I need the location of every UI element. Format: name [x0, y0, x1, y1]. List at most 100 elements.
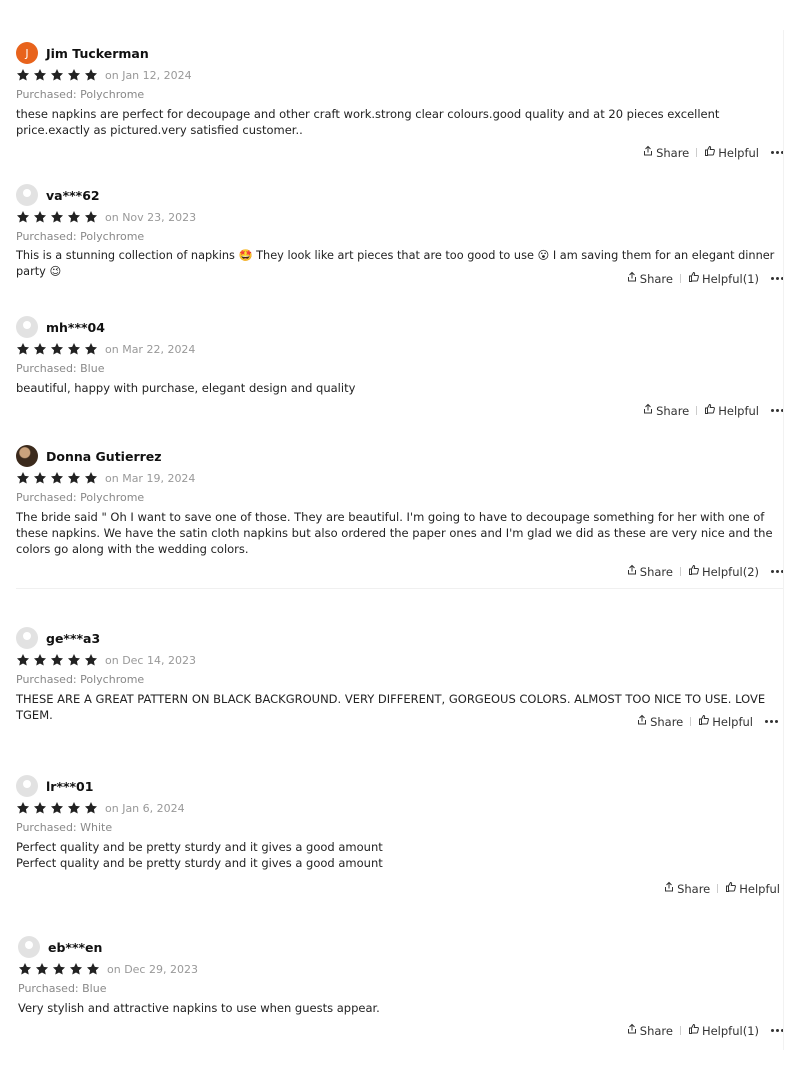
helpful-button[interactable]: Helpful(2)	[688, 564, 759, 579]
avatar[interactable]	[16, 775, 38, 797]
share-button[interactable]: Share	[626, 271, 673, 286]
avatar[interactable]	[16, 184, 38, 206]
star-icon	[84, 210, 98, 224]
avatar[interactable]	[16, 627, 38, 649]
star-icon	[67, 653, 81, 667]
star-icon	[50, 342, 64, 356]
share-button[interactable]: Share	[636, 714, 683, 729]
review-date: on Mar 19, 2024	[105, 471, 196, 485]
avatar[interactable]	[16, 316, 38, 338]
star-rating: on Nov 23, 2023	[16, 207, 784, 227]
star-icon	[33, 210, 47, 224]
avatar[interactable]	[18, 936, 40, 958]
thumbs-up-icon	[725, 881, 739, 896]
share-label: Share	[639, 1023, 673, 1038]
purchased-variant: Purchased: Blue	[18, 982, 107, 995]
reviewer-name[interactable]: Donna Gutierrez	[46, 449, 162, 464]
review-text: Very stylish and attractive napkins to u…	[18, 1001, 380, 1015]
star-icon	[84, 68, 98, 82]
reviewer-name[interactable]: lr***01	[46, 779, 93, 794]
star-rating: on Mar 19, 2024	[16, 468, 784, 488]
helpful-label: Helpful	[718, 403, 759, 418]
star-icon	[33, 68, 47, 82]
star-icon	[84, 653, 98, 667]
star-icon	[67, 210, 81, 224]
star-icon	[50, 68, 64, 82]
share-label: Share	[639, 271, 673, 286]
helpful-button[interactable]: Helpful	[698, 714, 753, 729]
star-icon	[16, 653, 30, 667]
star-icon	[50, 801, 64, 815]
review-text: beautiful, happy with purchase, elegant …	[16, 381, 356, 395]
helpful-label: Helpful(2)	[701, 564, 759, 579]
star-icon	[33, 653, 47, 667]
star-icon	[67, 471, 81, 485]
star-icon	[16, 68, 30, 82]
star-icon	[35, 962, 49, 976]
star-icon	[50, 210, 64, 224]
helpful-button[interactable]: Helpful(1)	[688, 1023, 759, 1038]
share-button[interactable]: Share	[626, 1023, 673, 1038]
share-icon	[626, 1023, 640, 1038]
share-icon	[626, 271, 640, 286]
review-actions: Share Helpful(1)	[626, 271, 784, 286]
helpful-label: Helpful(1)	[701, 1023, 759, 1038]
helpful-button[interactable]: Helpful	[704, 145, 759, 160]
share-button[interactable]: Share	[642, 403, 689, 418]
star-icon	[84, 342, 98, 356]
star-rating: on Mar 22, 2024	[16, 339, 784, 359]
star-icon	[33, 342, 47, 356]
share-icon	[663, 881, 677, 896]
reviewer-name[interactable]: va***62	[46, 188, 100, 203]
star-rating: on Dec 14, 2023	[16, 650, 784, 670]
star-icon	[84, 801, 98, 815]
star-icon	[52, 962, 66, 976]
divider	[679, 1026, 681, 1035]
share-label: Share	[656, 403, 690, 418]
thumbs-up-icon	[688, 1023, 702, 1038]
review-date: on Mar 22, 2024	[105, 342, 196, 356]
review-actions: Share Helpful(2)	[626, 564, 784, 579]
purchased-variant: Purchased: White	[16, 821, 113, 834]
star-rating: on Jan 6, 2024	[16, 798, 784, 818]
share-button[interactable]: Share	[663, 881, 710, 896]
reviewer-name[interactable]: ge***a3	[46, 631, 100, 646]
review-card: mh***04 on Mar 22, 2024 Purchased: Blue …	[16, 316, 784, 418]
review-actions: Share Helpful	[642, 403, 784, 418]
star-icon	[16, 471, 30, 485]
reviewer-name[interactable]: mh***04	[46, 320, 105, 335]
star-icon	[67, 68, 81, 82]
reviewer-name[interactable]: eb***en	[48, 940, 102, 955]
helpful-button[interactable]: Helpful	[725, 881, 780, 896]
star-icon	[84, 471, 98, 485]
share-button[interactable]: Share	[626, 564, 673, 579]
reviewer-name[interactable]: Jim Tuckerman	[46, 46, 149, 61]
star-icon	[33, 471, 47, 485]
review-card: Donna Gutierrez on Mar 19, 2024 Purchase…	[16, 445, 784, 579]
review-text: these napkins are perfect for decoupage …	[16, 107, 720, 137]
purchased-variant: Purchased: Polychrome	[16, 491, 145, 504]
star-icon	[67, 801, 81, 815]
divider	[696, 148, 698, 157]
helpful-button[interactable]: Helpful	[704, 403, 759, 418]
review-card: lr***01 on Jan 6, 2024 Purchased: White …	[16, 775, 784, 896]
share-button[interactable]: Share	[642, 145, 689, 160]
review-card: va***62 on Nov 23, 2023 Purchased: Polyc…	[16, 184, 784, 286]
avatar[interactable]: J	[16, 42, 38, 64]
divider	[690, 717, 692, 726]
review-text: The bride said " Oh I want to save one o…	[16, 510, 773, 556]
star-rating: on Dec 29, 2023	[18, 959, 786, 979]
helpful-button[interactable]: Helpful(1)	[688, 271, 759, 286]
more-dots-icon[interactable]	[765, 720, 778, 723]
review-card: eb***en on Dec 29, 2023 Purchased: Blue …	[18, 936, 786, 1038]
star-icon	[16, 801, 30, 815]
review-card: J Jim Tuckerman on Jan 12, 2024 Purchase…	[16, 42, 784, 160]
star-icon	[16, 342, 30, 356]
star-icon	[67, 342, 81, 356]
review-actions: Share Helpful	[636, 714, 778, 729]
star-icon	[69, 962, 83, 976]
thumbs-up-icon	[688, 564, 702, 579]
avatar[interactable]	[16, 445, 38, 467]
review-date: on Dec 14, 2023	[105, 653, 196, 667]
purchased-variant: Purchased: Polychrome	[16, 88, 145, 101]
